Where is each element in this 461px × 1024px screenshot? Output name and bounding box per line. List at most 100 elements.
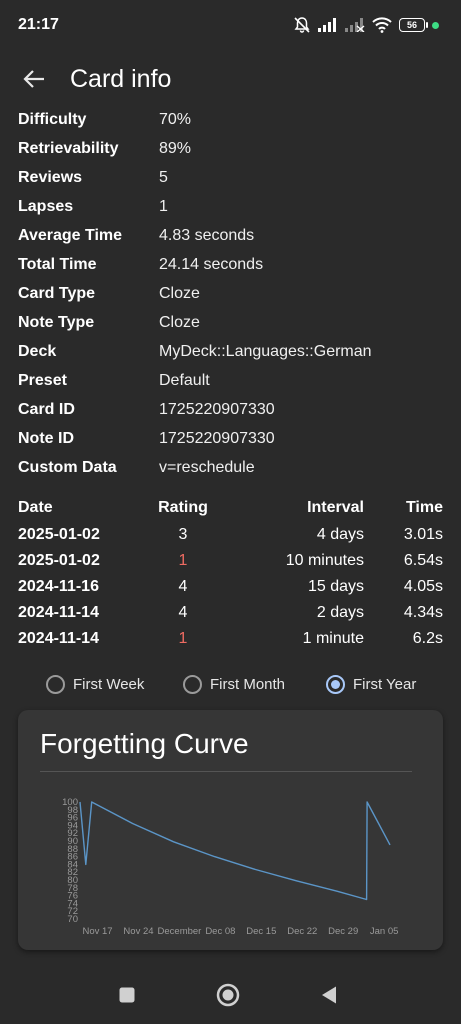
stat-label: Note ID [18,429,74,447]
x-tick-label: Dec 15 [246,926,276,937]
stat-row-preset: Preset Default [18,366,443,395]
stat-label: Deck [18,342,57,360]
stat-value: v=reschedule [159,458,255,476]
review-time: 4.34s [403,604,443,621]
review-row: 2025-01-02 3 4 days 3.01s [18,522,443,548]
radio-button-unselected[interactable] [183,674,202,694]
stat-value: 4.83 seconds [159,226,255,244]
review-interval: 10 minutes [285,552,364,569]
header-date: Date [18,499,53,516]
review-rating: 3 [178,526,188,543]
review-row: 2025-01-02 1 10 minutes 6.54s [18,548,443,574]
review-rating: 4 [178,604,188,621]
stat-label: Total Time [18,255,97,273]
recents-square-icon [119,987,135,1003]
stat-row-total-time: Total Time 24.14 seconds [18,250,443,279]
card-info-content[interactable]: Difficulty 70% Retrievability 89% Review… [0,108,461,970]
home-circle-icon [216,983,240,1007]
stat-row-retrievability: Retrievability 89% [18,134,443,163]
review-rating: 1 [178,630,188,647]
y-tick-label: 70 [67,914,78,925]
review-time: 3.01s [403,526,443,543]
review-interval: 2 days [316,604,364,621]
stat-value: 70% [159,110,192,128]
review-date: 2024-11-14 [18,604,99,621]
review-interval: 4 days [316,526,364,543]
stat-row-card-id: Card ID 1725220907330 [18,395,443,424]
review-date: 2025-01-02 [18,526,100,543]
review-interval: 15 days [307,578,364,595]
signal-icon [318,18,336,32]
card-stats-table: Difficulty 70% Retrievability 89% Review… [18,108,443,482]
nav-back-button[interactable] [320,985,338,1005]
radio-button-selected[interactable] [326,674,345,694]
radio-first-week[interactable]: First Week [46,672,144,696]
status-icons: 56 [293,16,439,34]
stat-value: 1725220907330 [159,400,275,418]
stat-value: MyDeck::Languages::German [159,342,372,360]
stat-row-reviews: Reviews 5 [18,163,443,192]
battery-icon: 56 [399,18,428,32]
stat-label: Retrievability [18,139,119,157]
review-time: 6.54s [403,552,443,569]
review-row: 2024-11-14 1 1 minute 6.2s [18,626,443,652]
header-interval: Interval [307,499,364,516]
review-time: 4.05s [403,578,443,595]
radio-button-unselected[interactable] [46,674,65,694]
stat-label: Average Time [18,226,123,244]
radio-first-year[interactable]: First Year [326,672,416,696]
stat-value: Default [159,371,210,389]
stat-label: Preset [18,371,67,389]
battery-level: 56 [406,20,417,30]
review-row: 2024-11-14 4 2 days 4.34s [18,600,443,626]
system-nav-bar [0,970,461,1024]
stat-label: Reviews [18,168,83,186]
stat-label: Lapses [18,197,74,215]
header-time: Time [405,499,443,516]
x-tick-label: Dec 08 [205,926,235,937]
back-button[interactable] [0,50,68,108]
stat-row-average-time: Average Time 4.83 seconds [18,221,443,250]
review-table-header: Date Rating Interval Time [18,495,443,521]
stat-row-card-type: Card Type Cloze [18,279,443,308]
stat-row-deck: Deck MyDeck::Languages::German [18,337,443,366]
radio-label: First Week [73,675,145,693]
stat-row-lapses: Lapses 1 [18,192,443,221]
back-triangle-icon [322,986,336,1004]
review-history-table: Date Rating Interval Time 2025-01-02 3 4… [18,495,443,652]
stat-label: Card Type [18,284,96,302]
review-date: 2024-11-16 [18,578,99,595]
stat-row-note-type: Note Type Cloze [18,308,443,337]
review-rating: 4 [178,578,188,595]
forgetting-curve-chart: 100989694929088868482807876747270Nov 17 N… [62,797,399,937]
range-radio-group: First Week First Month First Year [0,672,461,696]
x-tick-label: December [158,926,202,937]
stat-label: Custom Data [18,458,117,476]
x-tick-label: Jan 05 [370,926,399,937]
mute-icon [294,17,310,33]
radio-first-month[interactable]: First Month [183,672,285,696]
wifi-icon [372,17,392,33]
x-tick-label: Nov 17 [82,926,112,937]
x-tick-label: Dec 29 [328,926,358,937]
status-time: 21:17 [18,16,59,33]
recents-button[interactable] [118,986,136,1004]
privacy-indicator-icon [432,21,439,29]
review-row: 2024-11-16 4 15 days 4.05s [18,574,443,600]
stat-value: 1 [159,197,168,215]
radio-label: First Year [353,675,417,693]
stat-row-note-id: Note ID 1725220907330 [18,424,443,453]
stat-row-custom-data: Custom Data v=reschedule [18,453,443,482]
page-title: Card info [70,64,172,93]
review-date: 2024-11-14 [18,630,99,647]
stat-label: Note Type [18,313,95,331]
app-bar: Card info [0,50,461,108]
review-time: 6.2s [412,630,443,647]
home-button[interactable] [216,983,240,1007]
stat-value: 1725220907330 [159,429,275,447]
header-rating: Rating [158,499,208,516]
review-date: 2025-01-02 [18,552,100,569]
signal-off-icon [345,18,365,32]
stat-value: 89% [159,139,192,157]
forgetting-curve-line [79,801,391,901]
